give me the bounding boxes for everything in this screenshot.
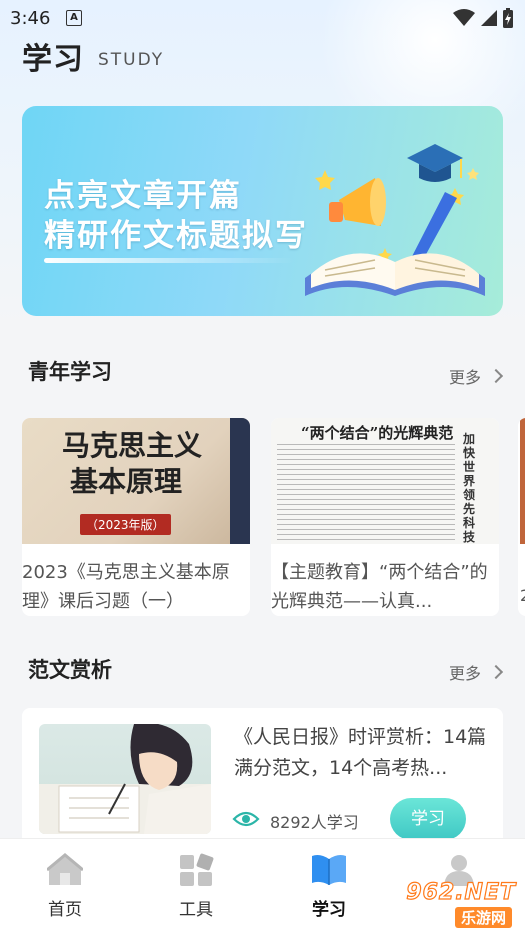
cover-year: （2023年版） bbox=[80, 514, 171, 535]
article-title: 《人民日报》时评赏析：14篇满分范文，14个高考热... bbox=[234, 726, 487, 779]
status-bar: 3:46 A bbox=[0, 0, 525, 36]
book-cover-image: 马克思主义 基本原理 （2023年版） bbox=[22, 418, 250, 544]
section-title-youth: 青年学习 bbox=[28, 360, 112, 384]
watermark-sub: 乐游网 bbox=[454, 907, 512, 928]
essay-article-card[interactable]: 《人民日报》时评赏析：14篇满分范文，14个高考热... 8292人学习 学习 bbox=[22, 708, 503, 848]
cover-line-2: 基本原理 bbox=[70, 465, 183, 498]
youth-card-2[interactable]: “两个结合”的光辉典范 加快世界领先科技园区建设 【主题教育】“两个结合”的光辉… bbox=[271, 418, 499, 616]
signal-icon bbox=[481, 10, 497, 26]
open-book-illustration bbox=[305, 144, 485, 296]
section-title-essays: 范文赏析 bbox=[28, 658, 112, 682]
banner-underline bbox=[44, 258, 294, 263]
wifi-icon bbox=[453, 9, 475, 26]
page-title: 学习 bbox=[22, 42, 84, 77]
promo-banner[interactable]: 点亮文章开篇 精研作文标题拟写 bbox=[22, 106, 503, 316]
learn-button[interactable]: 学习 bbox=[390, 798, 466, 840]
status-icons bbox=[453, 8, 513, 28]
banner-line-1: 点亮文章开篇 bbox=[44, 178, 242, 214]
youth-more-link[interactable]: 更多 bbox=[448, 364, 504, 388]
nav-study[interactable]: 学习 bbox=[284, 853, 374, 920]
card-title: 【主题教育】“两个结合”的光辉典范——认真... bbox=[271, 562, 488, 612]
home-icon bbox=[46, 853, 84, 885]
eye-icon bbox=[232, 811, 260, 827]
page-subtitle: STUDY bbox=[98, 50, 165, 70]
nav-label: 工具 bbox=[179, 900, 213, 920]
newspaper-image: “两个结合”的光辉典范 加快世界领先科技园区建设 bbox=[271, 418, 499, 544]
youth-card-3-peek[interactable]: 2 bbox=[518, 418, 525, 616]
student-writing-image bbox=[39, 724, 211, 834]
a-badge-icon: A bbox=[66, 10, 82, 26]
nav-label: 学习 bbox=[312, 900, 346, 920]
youth-card-1[interactable]: 马克思主义 基本原理 （2023年版） 2023《马克思主义基本原理》课后习题（… bbox=[22, 418, 250, 616]
essays-more-link[interactable]: 更多 bbox=[448, 660, 504, 684]
status-time: 3:46 bbox=[10, 8, 51, 29]
banner-line-2: 精研作文标题拟写 bbox=[44, 218, 308, 254]
nav-tools[interactable]: 工具 bbox=[151, 853, 241, 920]
watermark-main: 962.NET bbox=[406, 879, 516, 905]
site-watermark: 962.NET 乐游网 bbox=[388, 879, 520, 928]
chevron-right-icon bbox=[488, 368, 504, 384]
cover-line-1: 马克思主义 bbox=[62, 429, 203, 462]
nav-home[interactable]: 首页 bbox=[20, 853, 110, 920]
student-illustration bbox=[39, 724, 211, 834]
newspaper-headline: “两个结合”的光辉典范 bbox=[301, 424, 454, 442]
tools-icon bbox=[180, 853, 214, 886]
book-icon bbox=[312, 855, 346, 885]
nav-label: 首页 bbox=[48, 900, 82, 920]
more-label: 更多 bbox=[448, 664, 481, 683]
more-label: 更多 bbox=[448, 368, 481, 387]
chevron-right-icon bbox=[488, 664, 504, 680]
learner-count: 8292人学习 bbox=[270, 813, 359, 832]
newspaper-side-headline: 加快世界领先科技园区建设 bbox=[463, 432, 476, 544]
peek-text: 2 bbox=[520, 586, 525, 605]
card-title: 2023《马克思主义基本原理》课后习题（一） bbox=[22, 562, 230, 612]
battery-icon bbox=[503, 8, 513, 28]
